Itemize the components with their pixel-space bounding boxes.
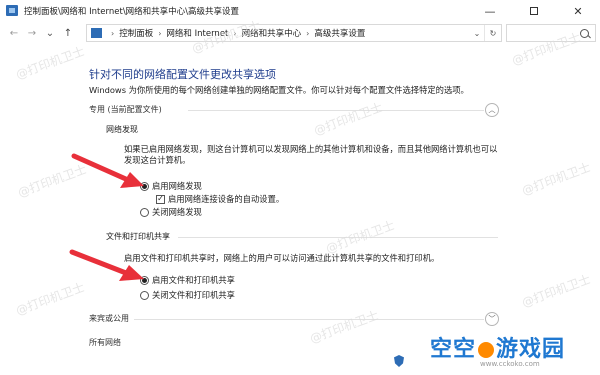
sharing-on-label[interactable]: 启用文件和打印机共享 bbox=[152, 274, 235, 286]
forward-arrow-icon: → bbox=[27, 27, 37, 39]
control-panel-icon bbox=[6, 5, 18, 16]
profile-private-header[interactable]: 专用 (当前配置文件) bbox=[89, 104, 162, 115]
page-description: Windows 为你所使用的每个网络创建单独的网络配置文件。你可以针对每个配置文… bbox=[89, 85, 469, 95]
up-arrow-icon: ↑ bbox=[63, 27, 73, 39]
refresh-button[interactable]: ↻ bbox=[484, 25, 501, 41]
file-sharing-text: 启用文件和打印机共享时，网络上的用户可以访问通过此计算机共享的文件和打印机。 bbox=[124, 253, 440, 263]
close-icon: ✕ bbox=[573, 4, 583, 18]
chevron-down-icon: ﹀ bbox=[488, 315, 496, 323]
up-button[interactable]: ↑ bbox=[60, 25, 76, 41]
discovery-off-label[interactable]: 关闭网络发现 bbox=[152, 206, 202, 218]
logo-mark-icon bbox=[478, 342, 495, 358]
recent-locations-button[interactable]: ⌄ bbox=[42, 25, 58, 41]
discovery-off-option[interactable]: 关闭网络发现 bbox=[140, 206, 202, 218]
title-bar: 控制面板\网络和 Internet\网络和共享中心\高级共享设置 — ✕ bbox=[0, 0, 600, 22]
back-button[interactable]: ← bbox=[6, 25, 22, 41]
sharing-off-label[interactable]: 关闭文件和打印机共享 bbox=[152, 289, 235, 301]
logo-url: www.cckoko.com bbox=[480, 360, 540, 368]
forward-button[interactable]: → bbox=[24, 25, 40, 41]
auto-setup-checkbox[interactable]: ✓ bbox=[156, 194, 165, 204]
breadcrumb-control-panel[interactable]: 控制面板 bbox=[119, 27, 153, 39]
refresh-icon: ↻ bbox=[489, 28, 497, 38]
maximize-icon bbox=[530, 7, 538, 15]
breadcrumb-separator[interactable]: › bbox=[158, 29, 161, 38]
breadcrumb-separator: › bbox=[111, 28, 115, 38]
annotation-arrow-shaft bbox=[69, 249, 129, 276]
maximize-button[interactable] bbox=[512, 0, 556, 22]
network-discovery-text: 如果已启用网络发现，则这台计算机可以发现网络上的其他计算机和设备，而且其他网络计… bbox=[124, 144, 498, 165]
minimize-icon: — bbox=[484, 4, 496, 18]
control-panel-icon bbox=[91, 28, 102, 38]
chevron-down-icon: ⌄ bbox=[45, 27, 55, 39]
window-title: 控制面板\网络和 Internet\网络和共享中心\高级共享设置 bbox=[24, 7, 240, 17]
sharing-off-radio[interactable] bbox=[140, 290, 149, 300]
logo-text-right: 游戏园 bbox=[496, 337, 566, 362]
collapse-private-button[interactable]: ︿ bbox=[485, 103, 499, 117]
page-title: 针对不同的网络配置文件更改共享选项 bbox=[89, 68, 276, 81]
sharing-off-option[interactable]: 关闭文件和打印机共享 bbox=[140, 289, 235, 301]
minimize-button[interactable]: — bbox=[468, 0, 512, 22]
auto-setup-label[interactable]: 启用网络连接设备的自动设置。 bbox=[168, 193, 284, 205]
address-dropdown-button[interactable]: ⌄ bbox=[469, 25, 485, 41]
auto-setup-option[interactable]: ✓ 启用网络连接设备的自动设置。 bbox=[156, 193, 284, 205]
chevron-down-icon: ⌄ bbox=[473, 28, 481, 38]
site-logo: 空空 游戏园 www.cckoko.com bbox=[424, 327, 600, 375]
profile-guest-header[interactable]: 来宾或公用 bbox=[89, 313, 129, 324]
search-icon bbox=[580, 29, 589, 38]
expand-guest-button[interactable]: ﹀ bbox=[485, 312, 499, 326]
file-sharing-title: 文件和打印机共享 bbox=[106, 232, 170, 241]
divider bbox=[134, 319, 484, 320]
breadcrumb-advanced-sharing[interactable]: 高级共享设置 bbox=[314, 27, 365, 39]
sharing-on-option[interactable]: 启用文件和打印机共享 bbox=[140, 274, 235, 286]
breadcrumb-separator[interactable]: › bbox=[306, 29, 309, 38]
profile-all-header[interactable]: 所有网络 bbox=[89, 337, 121, 348]
logo-text: 空空 游戏园 bbox=[430, 331, 565, 363]
address-bar[interactable]: › 控制面板 › 网络和 Internet › 网络和共享中心 › 高级共享设置… bbox=[86, 24, 502, 42]
network-discovery-title: 网络发现 bbox=[106, 125, 138, 134]
back-arrow-icon: ← bbox=[9, 27, 19, 39]
close-button[interactable]: ✕ bbox=[556, 0, 600, 22]
discovery-off-radio[interactable] bbox=[140, 207, 149, 217]
logo-text-left: 空空 bbox=[430, 337, 477, 362]
divider bbox=[188, 110, 484, 111]
navigation-bar: ← → ⌄ ↑ › 控制面板 › 网络和 Internet › 网络和共享中心 … bbox=[0, 22, 600, 44]
discovery-on-label[interactable]: 启用网络发现 bbox=[152, 180, 202, 192]
chevron-up-icon: ︿ bbox=[488, 106, 496, 114]
